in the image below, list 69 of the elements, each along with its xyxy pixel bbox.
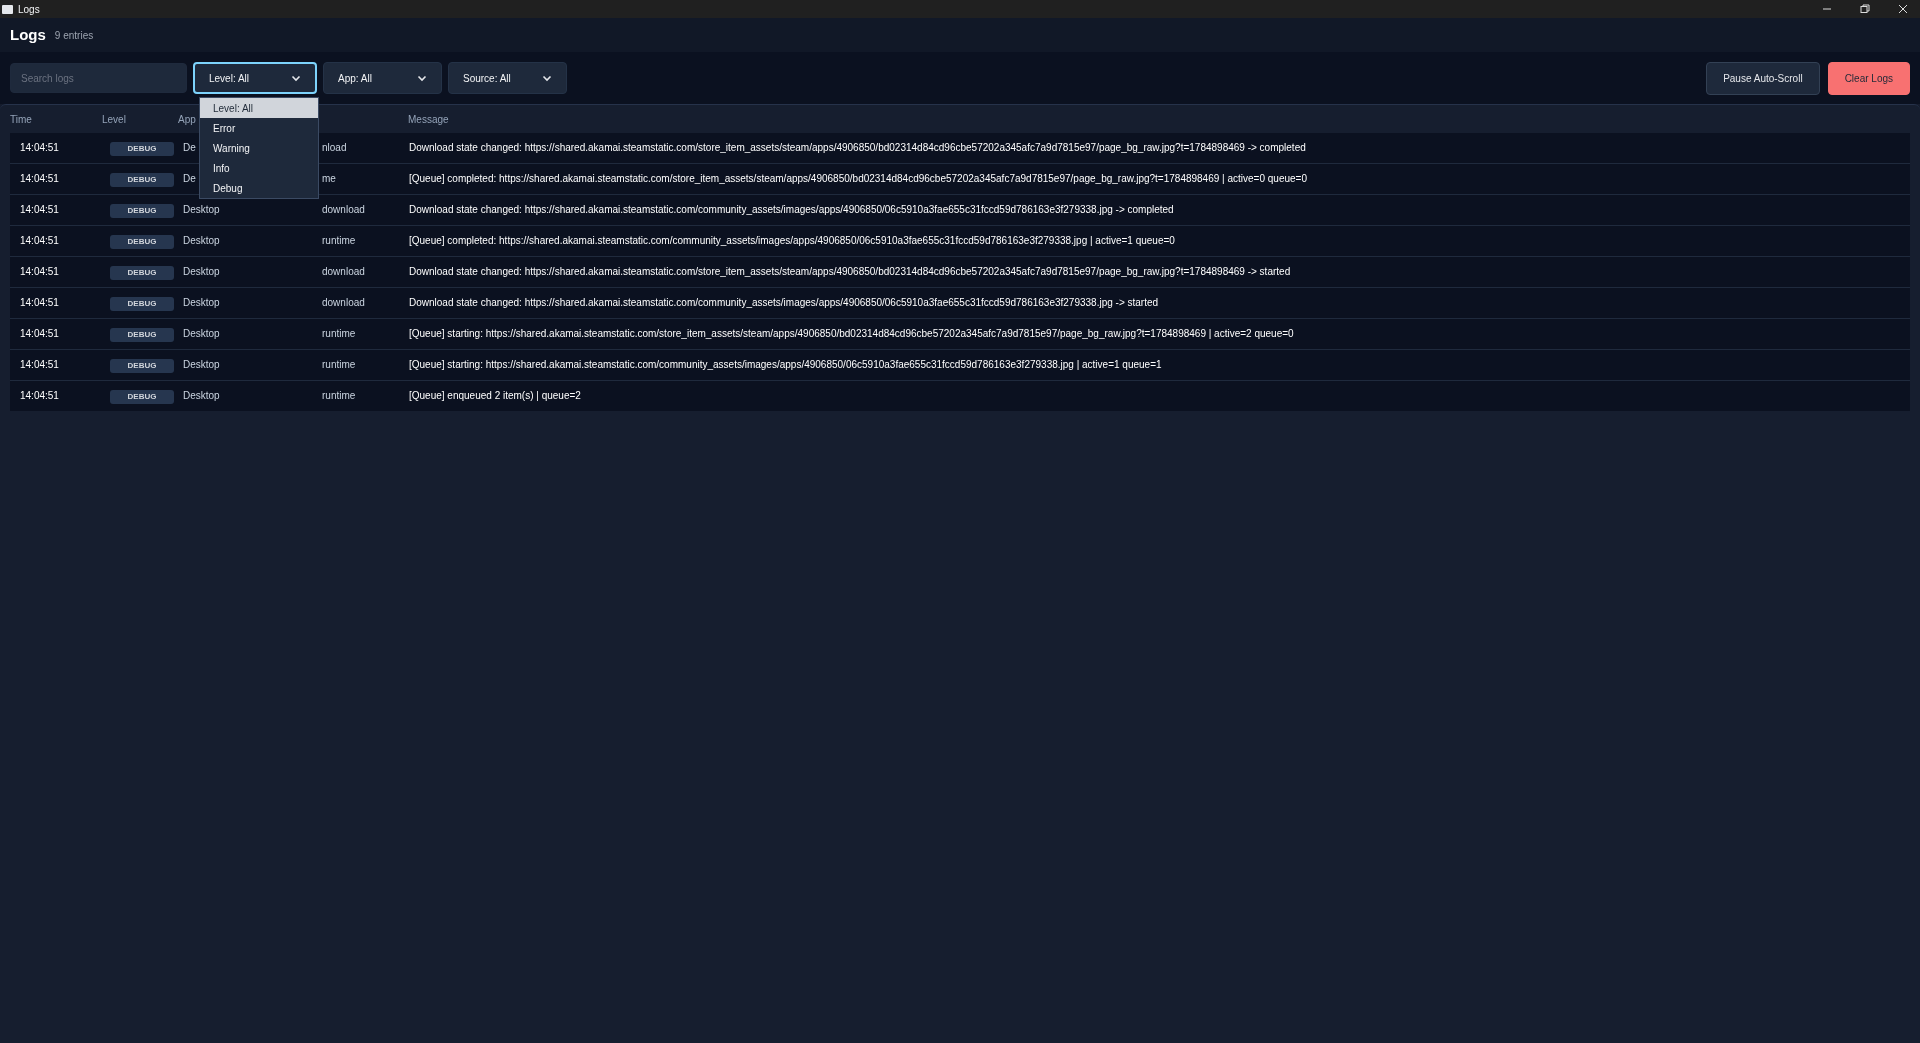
app-cell: Desktop	[183, 204, 220, 215]
message-cell-text: [Queue] starting: https://shared.akamai.steamstatic.com/store_item_assets/steam/apps/4906850/bd02314d84cd96cbe57202a345afc7a9d7815e97/page_bg_raw.jpg?t=1784898469 | active=2 queue=0	[409, 327, 1294, 341]
message-cell-text: Download state changed: https://shared.akamai.steamstatic.com/store_item_assets/steam/apps/4906850/bd02314d84cd96cbe57202a345afc7a9d7815e97/page_bg_raw.jpg?t=1784898469 -> started	[409, 265, 1291, 279]
dropdown-option[interactable]: Error	[200, 118, 318, 138]
app-cell: Desktop	[183, 328, 220, 339]
time-cell-text: 14:04:51	[19, 296, 60, 310]
source-cell: download	[322, 204, 365, 215]
dropdown-option[interactable]: Warning	[200, 138, 318, 158]
dropdown-option[interactable]: Level: All	[200, 98, 318, 118]
level-badge: DEBUG	[110, 328, 174, 342]
message-cell-text: [Queue] enqueued 2 item(s) | queue=2	[409, 389, 581, 403]
window-title: Logs	[18, 2, 40, 17]
level-badge: DEBUG	[110, 297, 174, 311]
clear-logs-button[interactable]: Clear Logs	[1827, 61, 1910, 95]
dropdown-option[interactable]: Info	[200, 158, 318, 178]
message-cell-text: Download state changed: https://shared.akamai.steamstatic.com/community_assets/images/apps/4906850/06c5910a3fae655c31fccd59d786163e3f279338.jpg -> completed	[409, 203, 1174, 217]
time-cell-text: 14:04:51	[19, 327, 60, 341]
source-cell: runtime	[322, 359, 356, 370]
filter-select[interactable]: Source: All	[448, 62, 567, 94]
source-cell: me	[322, 173, 336, 184]
app-icon	[2, 4, 13, 14]
message-cell-text: [Queue] completed: https://shared.akamai.steamstatic.com/store_item_assets/steam/apps/4906850/bd02314d84cd96cbe57202a345afc7a9d7815e97/page_bg_raw.jpg?t=1784898469 | active=0 queue=0	[409, 172, 1307, 186]
chevron-down-icon	[542, 73, 552, 83]
level-badge: DEBUG	[110, 266, 174, 280]
chevron-down-icon	[291, 73, 301, 83]
source-cell: nload	[322, 142, 347, 153]
column-header: Message	[408, 112, 449, 127]
message-cell-text: [Queue] starting: https://shared.akamai.steamstatic.com/community_assets/images/apps/4906850/06c5910a3fae655c31fccd59d786163e3f279338.jpg | active=1 queue=1	[409, 358, 1162, 372]
dropdown-option[interactable]: Debug	[200, 178, 318, 198]
filter-select[interactable]: Level: All	[193, 62, 317, 94]
level-badge: DEBUG	[110, 390, 174, 404]
restore-icon[interactable]	[1860, 4, 1870, 14]
app-cell: Desktop	[183, 297, 220, 308]
time-cell-text: 14:04:51	[19, 389, 60, 403]
source-cell: runtime	[322, 390, 356, 401]
source-cell: download	[322, 297, 365, 308]
pause-autoscroll-button[interactable]: Pause Auto-Scroll	[1706, 61, 1820, 95]
filter-select[interactable]: App: All	[323, 62, 442, 94]
time-cell-text: 14:04:51	[19, 234, 60, 248]
time-cell-text: 14:04:51	[19, 265, 60, 279]
chevron-down-icon	[417, 73, 427, 83]
time-cell-text: 14:04:51	[19, 141, 60, 155]
level-badge: DEBUG	[110, 173, 174, 187]
column-header: Level	[102, 112, 127, 127]
message-cell-text: [Queue] completed: https://shared.akamai.steamstatic.com/community_assets/images/apps/4906850/06c5910a3fae655c31fccd59d786163e3f279338.jpg | active=1 queue=0	[409, 234, 1175, 248]
time-cell-text: 14:04:51	[19, 172, 60, 186]
app-cell: Desktop	[183, 266, 220, 277]
page-title: Logs	[10, 24, 46, 45]
app-cell: De	[183, 173, 196, 184]
message-cell-text: Download state changed: https://shared.akamai.steamstatic.com/community_assets/images/apps/4906850/06c5910a3fae655c31fccd59d786163e3f279338.jpg -> started	[409, 296, 1159, 310]
app-cell: Desktop	[183, 390, 220, 401]
source-cell: download	[322, 266, 365, 277]
source-cell: runtime	[322, 235, 356, 246]
message-cell-text: Download state changed: https://shared.akamai.steamstatic.com/store_item_assets/steam/apps/4906850/bd02314d84cd96cbe57202a345afc7a9d7815e97/page_bg_raw.jpg?t=1784898469 -> completed	[409, 141, 1306, 155]
close-icon[interactable]	[1898, 4, 1908, 14]
column-header: App	[178, 112, 197, 127]
app-cell: Desktop	[183, 235, 220, 246]
time-cell-text: 14:04:51	[19, 358, 60, 372]
level-badge: DEBUG	[110, 142, 174, 156]
entry-count: 9 entries	[54, 28, 94, 43]
level-badge: DEBUG	[110, 359, 174, 373]
time-cell-text: 14:04:51	[19, 203, 60, 217]
app-cell: Desktop	[183, 359, 220, 370]
source-cell: runtime	[322, 328, 356, 339]
level-badge: DEBUG	[110, 204, 174, 218]
app-cell: De	[183, 142, 196, 153]
search-field[interactable]: Search logs	[10, 63, 187, 93]
column-header: Time	[10, 112, 33, 127]
level-badge: DEBUG	[110, 235, 174, 249]
